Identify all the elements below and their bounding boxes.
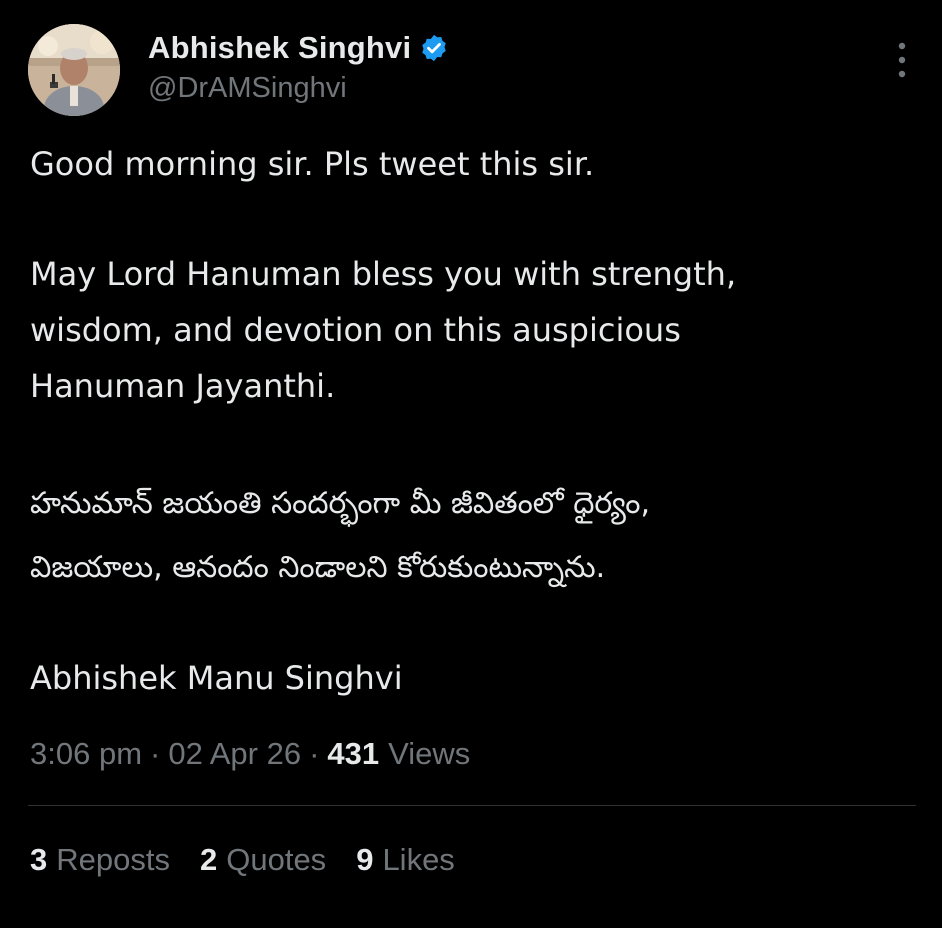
divider <box>28 805 916 806</box>
likes-label: Likes <box>382 842 455 877</box>
quotes-count: 2 <box>199 842 218 877</box>
reposts-label: Reposts <box>56 842 170 877</box>
tweet-line: Hanuman Jayanthi. <box>30 367 336 405</box>
display-name[interactable]: Abhishek Singhvi <box>148 30 411 66</box>
meta-separator: · <box>150 736 161 771</box>
display-name-row: Abhishek Singhvi <box>148 28 449 68</box>
tweet-meta: 3:06 pm · 02 Apr 26 · 431 Views <box>30 736 470 772</box>
author-block: Abhishek Singhvi @DrAMSinghvi <box>148 28 449 105</box>
tweet-signature: Abhishek Manu Singhvi <box>30 659 403 697</box>
views-label: Views <box>388 736 471 771</box>
meta-separator: · <box>309 736 320 771</box>
quotes-label: Quotes <box>226 842 327 877</box>
tweet-line: wisdom, and devotion on this auspicious <box>30 311 681 349</box>
tweet-line: May Lord Hanuman bless you with strength… <box>30 255 737 293</box>
reposts-count: 3 <box>30 842 48 877</box>
tweet-header: Abhishek Singhvi @DrAMSinghvi <box>28 24 918 116</box>
likes-stat[interactable]: 9 Likes <box>356 842 455 878</box>
tweet-date[interactable]: 02 Apr 26 <box>168 736 301 772</box>
tweet-time[interactable]: 3:06 pm <box>30 736 142 772</box>
likes-count: 9 <box>356 842 374 877</box>
tweet-line-telugu: విజయాలు, ఆనందం నిండాలని కోరుకుంటున్నాను. <box>30 550 606 585</box>
avatar[interactable] <box>28 24 120 116</box>
reposts-stat[interactable]: 3 Reposts <box>30 842 170 878</box>
tweet-text: Good morning sir. Pls tweet this sir. Ma… <box>30 136 920 706</box>
tweet-line: Good morning sir. Pls tweet this sir. <box>30 145 595 183</box>
more-vertical-icon[interactable] <box>892 38 912 82</box>
quotes-stat[interactable]: 2 Quotes <box>200 842 326 878</box>
engagement-stats: 3 Reposts 2 Quotes 9 Likes <box>30 842 485 878</box>
verified-badge-icon <box>419 33 449 63</box>
handle[interactable]: @DrAMSinghvi <box>148 72 449 105</box>
tweet-line-telugu: హనుమాన్ జయంతి సందర్భంగా మీ జీవితంలో ధైర్… <box>30 486 650 521</box>
views-count: 431 <box>327 736 380 771</box>
